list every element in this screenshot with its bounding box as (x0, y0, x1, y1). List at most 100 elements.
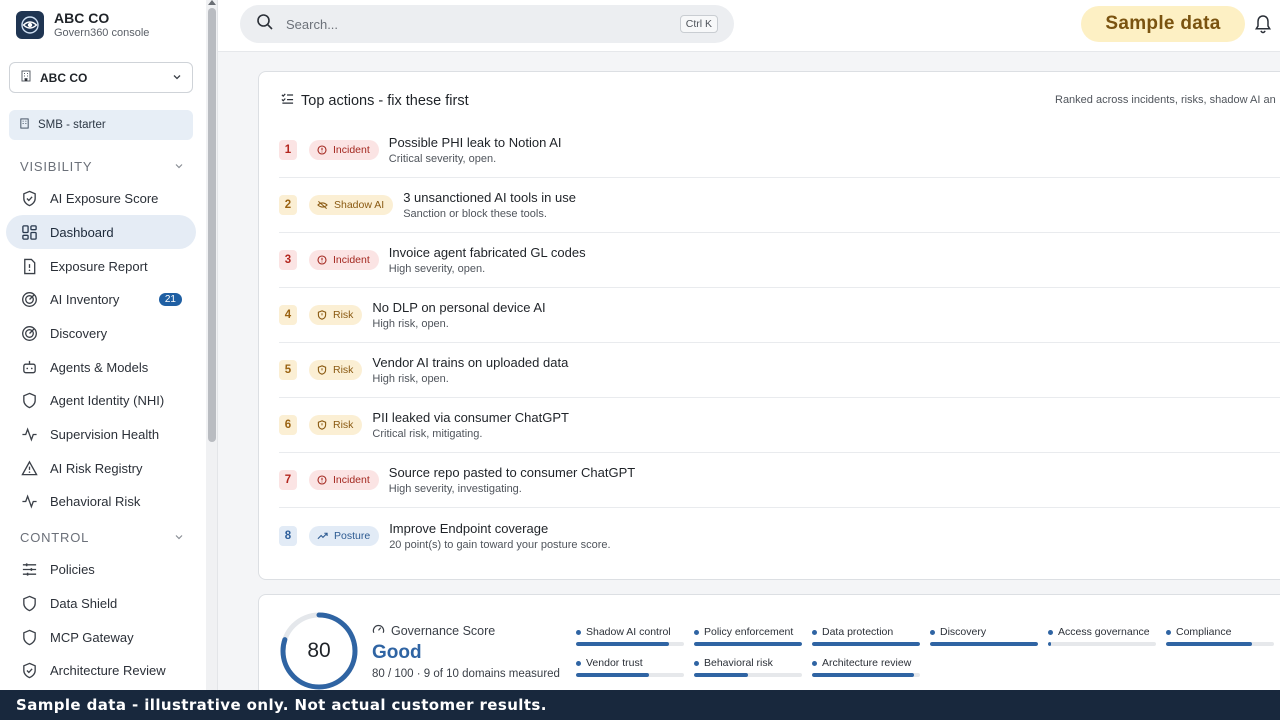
inventory-count-badge: 21 (158, 292, 182, 306)
sidebar-item-behavioral-risk[interactable]: Behavioral Risk (6, 484, 196, 518)
action-tag-label: Incident (333, 144, 370, 156)
sidebar-item-ai-risk-registry[interactable]: AI Risk Registry (6, 451, 196, 485)
building-icon (20, 70, 32, 85)
action-title: No DLP on personal device AI (372, 300, 546, 315)
action-title: Possible PHI leak to Notion AI (388, 135, 562, 150)
action-tag-risk: Risk (309, 305, 363, 325)
governance-domain: Shadow AI control (576, 626, 686, 646)
alert-circle-icon (317, 145, 327, 155)
search-icon (256, 13, 274, 36)
domain-label: Architecture review (822, 657, 912, 669)
action-tag-label: Risk (333, 364, 354, 376)
domain-dot (1166, 629, 1171, 635)
domain-label: Shadow AI control (586, 626, 671, 638)
action-title: Invoice agent fabricated GL codes (388, 245, 586, 260)
sidebar-item-mcp-gateway[interactable]: MCP Gateway (6, 620, 196, 654)
pulse-icon (20, 492, 38, 510)
org-selector[interactable]: ABC CO (9, 62, 193, 93)
search-input[interactable]: Search... Ctrl K (240, 5, 734, 43)
action-row[interactable]: 5 Risk Vendor AI trains on uploaded data Hi… (279, 343, 1280, 398)
trending-up-icon (317, 531, 328, 541)
sidebar-item-dashboard[interactable]: Dashboard (6, 215, 196, 249)
action-tag-label: Risk (333, 419, 354, 431)
sidebar-item-label: AI Inventory (50, 291, 120, 307)
sidebar-item-label: MCP Gateway (50, 629, 134, 645)
bot-icon (20, 358, 38, 376)
sidebar-item-agent-identity[interactable]: Agent Identity (NHI) (6, 383, 196, 417)
scrollbar-thumb[interactable] (208, 8, 216, 442)
search-shortcut: Ctrl K (679, 15, 718, 33)
shield-check-icon (20, 661, 38, 679)
top-bar: Search... Ctrl K Sample data (218, 0, 1280, 52)
action-row[interactable]: 3 Incident Invoice agent fabricated GL cod… (279, 233, 1280, 288)
brand-org-name: ABC CO (54, 10, 110, 26)
action-tag-incident: Incident (309, 470, 379, 490)
sidebar-item-supervision-health[interactable]: Supervision Health (6, 417, 196, 451)
scroll-up-icon[interactable] (208, 0, 216, 5)
action-tag-shadow: Shadow AI (309, 195, 394, 215)
bell-icon[interactable] (1254, 14, 1272, 39)
sidebar-item-data-shield[interactable]: Data Shield (6, 586, 196, 620)
action-row[interactable]: 8 Posture Improve Endpoint coverage 20 poin… (279, 508, 1280, 563)
action-row[interactable]: 1 Incident Possible PHI leak to Notion AI C… (279, 123, 1280, 178)
sidebar-item-label: Dashboard (50, 224, 114, 240)
org-selector-value: ABC CO (40, 70, 88, 85)
section-control-label: CONTROL (20, 530, 90, 545)
sidebar-item-discovery[interactable]: Discovery (6, 316, 196, 350)
action-subtitle: 20 point(s) to gain toward your posture … (389, 538, 611, 551)
checklist-icon (281, 92, 294, 109)
action-tag-incident: Incident (309, 140, 379, 160)
domain-label: Policy enforcement (704, 626, 794, 638)
sidebar-item-architecture-review[interactable]: Architecture Review (6, 653, 196, 687)
sidebar-item-ai-exposure-score[interactable]: AI Exposure Score (6, 181, 196, 215)
action-rank: 2 (279, 195, 297, 215)
sidebar-item-label: Agent Identity (NHI) (50, 392, 165, 408)
domain-progress-track (694, 673, 802, 677)
action-rank: 6 (279, 415, 297, 435)
domain-dot (930, 629, 935, 635)
sidebar-item-label: Discovery (50, 325, 108, 341)
domain-label: Compliance (1176, 626, 1232, 638)
action-title: Improve Endpoint coverage (389, 520, 549, 536)
sidebar-item-policies[interactable]: Policies (6, 552, 196, 586)
gauge-icon (372, 623, 385, 639)
section-visibility[interactable]: VISIBILITY (20, 159, 184, 174)
governance-meta: 80 / 100 · 9 of 10 domains measured (372, 668, 560, 680)
section-control[interactable]: CONTROL (20, 530, 184, 545)
domain-progress-fill (812, 642, 920, 646)
domain-progress-fill (576, 673, 650, 677)
governance-title: Governance Score (372, 623, 495, 639)
shield-check-icon (20, 391, 38, 409)
domain-progress-track (930, 642, 1038, 646)
sidebar-item-ai-inventory[interactable]: AI Inventory 21 (6, 282, 196, 316)
chevron-down-icon (174, 159, 184, 174)
domain-dot (694, 660, 699, 666)
sidebar: ABC CO Govern360 console ABC CO SMB - st… (0, 0, 206, 720)
domain-label: Access governance (1058, 626, 1150, 638)
action-row[interactable]: 2 Shadow AI 3 unsanctioned AI tools in use… (279, 178, 1280, 233)
section-visibility-label: VISIBILITY (20, 159, 93, 174)
action-row[interactable]: 6 Risk PII leaked via consumer ChatGPT Crit… (279, 398, 1280, 453)
plan-badge[interactable]: SMB - starter (9, 110, 193, 140)
brand[interactable]: ABC CO Govern360 console (16, 10, 149, 39)
action-tag-label: Shadow AI (334, 199, 385, 211)
action-row[interactable]: 7 Incident Source repo pasted to consumer … (279, 453, 1280, 508)
action-rank: 5 (279, 360, 297, 380)
sidebar-item-agents-models[interactable]: Agents & Models (6, 350, 196, 384)
domain-progress-track (694, 642, 802, 646)
sidebar-scrollbar[interactable] (206, 0, 218, 720)
domain-progress-fill (694, 673, 748, 677)
radar-icon (20, 324, 38, 342)
domain-progress-fill (1048, 642, 1052, 646)
action-title: 3 unsanctioned AI tools in use (403, 190, 576, 205)
grid-icon (20, 223, 38, 241)
action-tag-posture: Posture (309, 525, 380, 546)
domain-label: Data protection (822, 626, 894, 638)
sidebar-item-exposure-report[interactable]: Exposure Report (6, 249, 196, 283)
domain-dot (812, 660, 817, 666)
sidebar-item-label: Architecture Review (50, 662, 166, 678)
domain-dot (1048, 629, 1053, 635)
domain-progress-track (812, 642, 920, 646)
action-row[interactable]: 4 Risk No DLP on personal device AI High ri… (279, 288, 1280, 343)
eye-logo-icon (16, 10, 44, 39)
